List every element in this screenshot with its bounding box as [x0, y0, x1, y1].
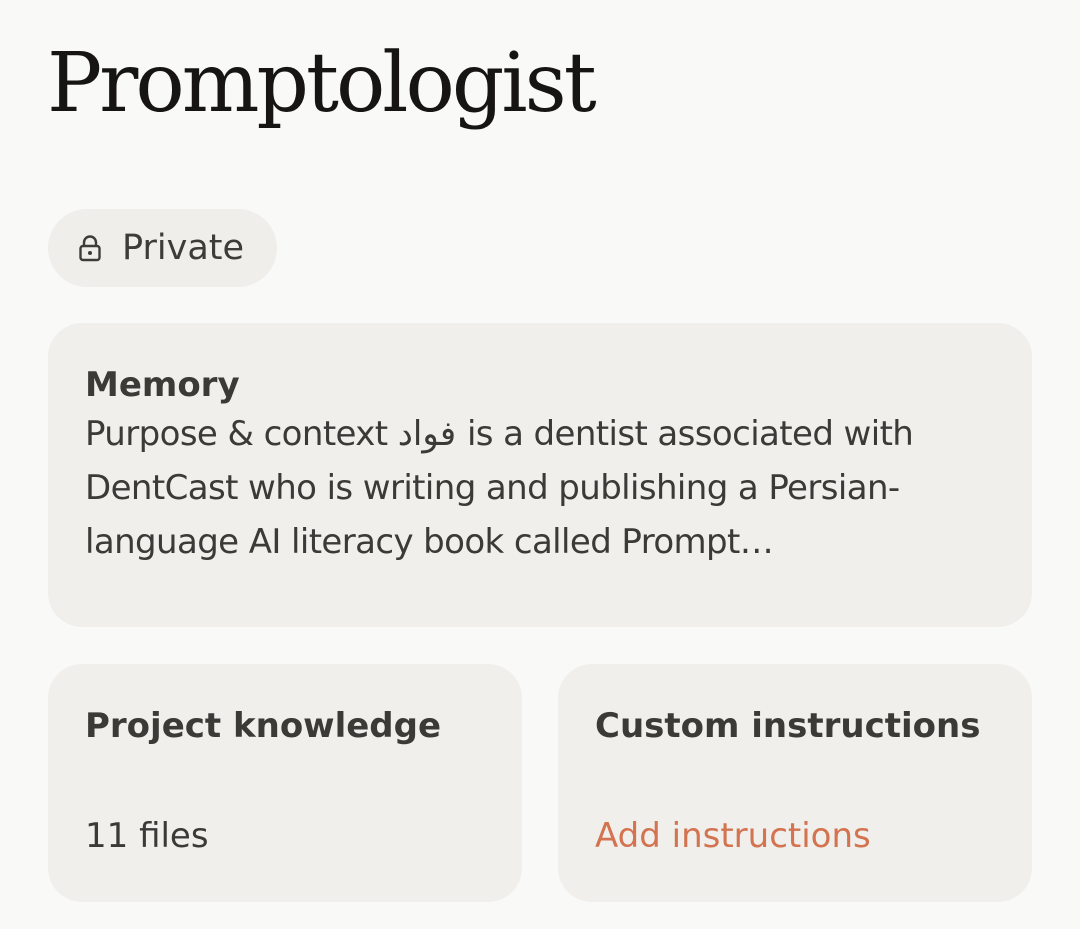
project-knowledge-card[interactable]: Project knowledge 11 files	[48, 664, 522, 902]
visibility-badge[interactable]: Private	[48, 209, 277, 287]
project-knowledge-heading: Project knowledge	[85, 706, 442, 746]
custom-instructions-heading: Custom instructions	[595, 706, 981, 746]
memory-summary: Purpose & context فواد is a dentist asso…	[85, 414, 914, 562]
add-instructions-link[interactable]: Add instructions	[595, 816, 871, 856]
page-title: Promptologist	[47, 36, 597, 131]
memory-card[interactable]: Memory Purpose & context فواد is a denti…	[48, 323, 1032, 627]
custom-instructions-card[interactable]: Custom instructions Add instructions	[558, 664, 1032, 902]
files-count: 11 files	[85, 816, 209, 856]
lock-icon	[78, 233, 102, 263]
visibility-label: Private	[122, 228, 245, 268]
memory-heading: Memory	[85, 365, 240, 405]
